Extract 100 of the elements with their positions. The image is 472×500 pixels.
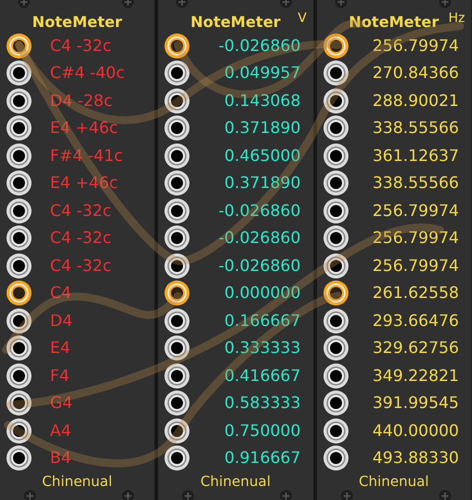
reading-text: 0.166667 (224, 310, 301, 331)
jack-socket[interactable] (6, 390, 32, 416)
brand-label: Chinenual (358, 474, 429, 490)
module-title: NoteMeter (190, 13, 281, 31)
jack-socket[interactable] (164, 142, 190, 169)
jack-socket[interactable] (322, 32, 349, 59)
reading-text: D4 -28c (50, 90, 113, 111)
reading-text: B4 (50, 448, 72, 468)
reading-text: 0.000000 (224, 283, 301, 304)
reading-text: C4 -32c (50, 256, 112, 276)
reading-text: 0.416667 (224, 366, 301, 386)
reading-text: -0.026860 (218, 200, 301, 221)
reading-text: C4 -32c (50, 36, 112, 56)
jack-socket[interactable] (164, 445, 190, 472)
jack-socket[interactable] (6, 418, 32, 444)
reading-text: 0.750000 (224, 420, 301, 441)
reading-text: -0.026860 (218, 256, 301, 276)
reading-text: 391.99545 (372, 393, 459, 414)
jack-socket[interactable] (164, 225, 190, 252)
jack-socket[interactable] (6, 198, 32, 224)
brand-label: Chinenual (42, 474, 112, 490)
reading-text: 0.465000 (224, 146, 301, 166)
reading-text: 0.333333 (224, 338, 301, 358)
jack-socket[interactable] (164, 115, 190, 142)
jack-socket[interactable] (164, 88, 190, 114)
reading-text: 493.88330 (372, 448, 459, 468)
jack-socket[interactable] (164, 308, 190, 334)
reading-text: 0.049957 (224, 63, 301, 84)
reading-text: 261.62558 (372, 283, 459, 304)
reading-text: 349.22821 (372, 366, 459, 386)
reading-text: 256.79974 (372, 200, 459, 221)
jack-socket[interactable] (322, 445, 349, 472)
jack-socket[interactable] (322, 362, 349, 389)
jack-socket[interactable] (164, 170, 190, 196)
jack-socket[interactable] (6, 115, 32, 142)
jack-socket[interactable] (6, 225, 32, 252)
reading-text: 440.00000 (372, 420, 459, 441)
reading-text: 0.371890 (224, 118, 301, 138)
reading-text: A4 (50, 420, 72, 441)
reading-text: 256.79974 (372, 256, 459, 276)
jack-socket[interactable] (322, 170, 349, 196)
jack-socket[interactable] (322, 335, 349, 362)
jack-socket[interactable] (6, 88, 32, 114)
jack-socket[interactable] (6, 335, 32, 362)
jack-socket[interactable] (322, 280, 349, 306)
jack-socket[interactable] (6, 142, 32, 169)
reading-text: 338.55566 (372, 118, 459, 138)
reading-text: 293.66476 (372, 310, 459, 331)
jack-socket[interactable] (164, 32, 190, 59)
jack-socket[interactable] (164, 362, 190, 389)
unit-label: V (298, 10, 307, 28)
reading-text: C#4 -40c (50, 63, 125, 84)
jack-socket[interactable] (6, 308, 32, 334)
jack-socket[interactable] (322, 252, 349, 279)
jack-socket[interactable] (164, 335, 190, 362)
jack-socket[interactable] (6, 32, 32, 59)
module-title: NoteMeter (32, 13, 122, 31)
reading-text: E4 (50, 338, 70, 358)
jack-socket[interactable] (164, 198, 190, 224)
jack-socket[interactable] (6, 60, 32, 86)
reading-text: 256.79974 (372, 228, 459, 248)
reading-text: 256.79974 (372, 36, 459, 56)
jack-socket[interactable] (164, 418, 190, 444)
reading-text: 361.12637 (372, 146, 459, 166)
jack-socket[interactable] (164, 280, 190, 306)
reading-text: 0.916667 (224, 448, 301, 468)
reading-text: F#4 -41c (50, 146, 123, 166)
reading-text: 0.371890 (224, 173, 301, 194)
reading-text: 338.55566 (372, 173, 459, 194)
jack-socket[interactable] (322, 390, 349, 416)
jack-socket[interactable] (6, 445, 32, 472)
reading-text: 270.84366 (372, 63, 459, 84)
jack-socket[interactable] (322, 115, 349, 142)
jack-socket[interactable] (6, 362, 32, 389)
reading-text: -0.026860 (218, 228, 301, 248)
jack-socket[interactable] (322, 88, 349, 114)
reading-text: 0.143068 (224, 90, 301, 111)
jack-socket[interactable] (164, 60, 190, 86)
reading-text: 0.583333 (224, 393, 301, 414)
jack-socket[interactable] (6, 252, 32, 279)
jack-socket[interactable] (164, 390, 190, 416)
jack-socket[interactable] (322, 198, 349, 224)
jack-socket[interactable] (322, 142, 349, 169)
reading-text: 329.62756 (372, 338, 459, 358)
reading-text: D4 (50, 310, 72, 331)
reading-text: C4 -32c (50, 228, 112, 248)
jack-socket[interactable] (164, 252, 190, 279)
reading-text: E4 +46c (50, 173, 118, 194)
jack-socket[interactable] (322, 60, 349, 86)
jack-socket[interactable] (322, 308, 349, 334)
jack-socket[interactable] (322, 225, 349, 252)
unit-label: Hz (448, 10, 465, 28)
jack-socket[interactable] (6, 280, 32, 306)
jack-socket[interactable] (322, 418, 349, 444)
reading-text: 288.90021 (372, 90, 459, 111)
reading-text: G4 (50, 393, 73, 414)
jack-socket[interactable] (6, 170, 32, 196)
reading-text: F4 (50, 366, 70, 386)
module-title: NoteMeter (348, 13, 439, 31)
brand-label: Chinenual (200, 474, 271, 490)
